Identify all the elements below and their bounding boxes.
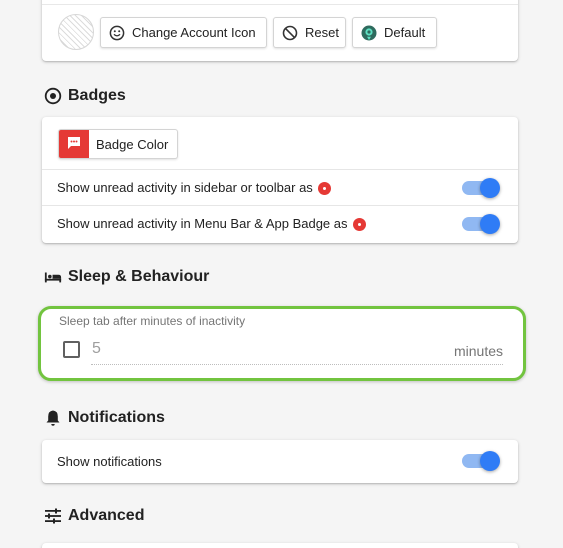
default-button[interactable]: Default	[352, 17, 437, 48]
sleep-minutes-unit: minutes	[453, 343, 503, 359]
show-notifications-label: Show notifications	[57, 454, 162, 469]
advanced-heading: Advanced	[44, 507, 144, 525]
block-icon	[282, 25, 298, 41]
bed-icon	[44, 268, 62, 286]
menubar-unread-row: Show unread activity in Menu Bar & App B…	[42, 205, 518, 241]
target-icon	[44, 87, 62, 105]
change-account-icon-label: Change Account Icon	[132, 25, 256, 40]
toggle-knob	[480, 451, 500, 471]
reset-label: Reset	[305, 25, 339, 40]
sleep-field-label: Sleep tab after minutes of inactivity	[59, 314, 246, 328]
menubar-unread-label: Show unread activity in Menu Bar & App B…	[57, 216, 348, 231]
red-dot-badge	[352, 218, 366, 231]
divider	[42, 4, 518, 5]
notifications-title: Notifications	[68, 409, 165, 426]
badge-chat-icon	[66, 135, 82, 154]
reset-button[interactable]: Reset	[273, 17, 346, 48]
smiley-icon	[109, 25, 125, 41]
default-label: Default	[384, 25, 426, 40]
sleep-enable-checkbox[interactable]	[63, 341, 80, 358]
sidebar-unread-label: Show unread activity in sidebar or toolb…	[57, 180, 313, 195]
toggle-knob	[480, 178, 500, 198]
sleep-minutes-value: 5	[92, 340, 101, 357]
sleep-heading: Sleep & Behaviour	[44, 268, 209, 286]
tune-icon	[44, 507, 62, 525]
red-dot-badge	[317, 182, 331, 195]
notifications-card: Show notifications	[42, 440, 518, 483]
badge-color-button[interactable]: Badge Color	[58, 129, 179, 159]
badge-color-swatch	[59, 130, 89, 158]
badges-card: Badge Color Show unread activity in side…	[42, 117, 518, 243]
badges-title: Badges	[68, 87, 126, 104]
change-account-icon-button[interactable]: Change Account Icon	[100, 17, 267, 48]
default-account-icon	[361, 25, 377, 41]
badge-color-label: Badge Color	[96, 136, 169, 152]
sidebar-unread-toggle[interactable]	[462, 178, 500, 198]
toggle-knob	[480, 214, 500, 234]
account-avatar	[58, 14, 94, 50]
advanced-title: Advanced	[68, 507, 145, 524]
sidebar-unread-row: Show unread activity in sidebar or toolb…	[42, 169, 518, 205]
account-card: Change Account Icon Reset Default	[42, 0, 518, 61]
badges-heading: Badges	[44, 87, 126, 105]
advanced-card	[42, 543, 518, 548]
menubar-unread-toggle[interactable]	[462, 214, 500, 234]
bell-icon	[44, 409, 62, 427]
sleep-card: Sleep tab after minutes of inactivity 5 …	[38, 306, 526, 381]
sleep-title: Sleep & Behaviour	[68, 268, 210, 285]
show-notifications-row: Show notifications	[42, 440, 518, 483]
show-notifications-toggle[interactable]	[462, 451, 500, 471]
sleep-minutes-input[interactable]: 5 minutes	[91, 335, 503, 365]
notifications-heading: Notifications	[44, 409, 165, 427]
